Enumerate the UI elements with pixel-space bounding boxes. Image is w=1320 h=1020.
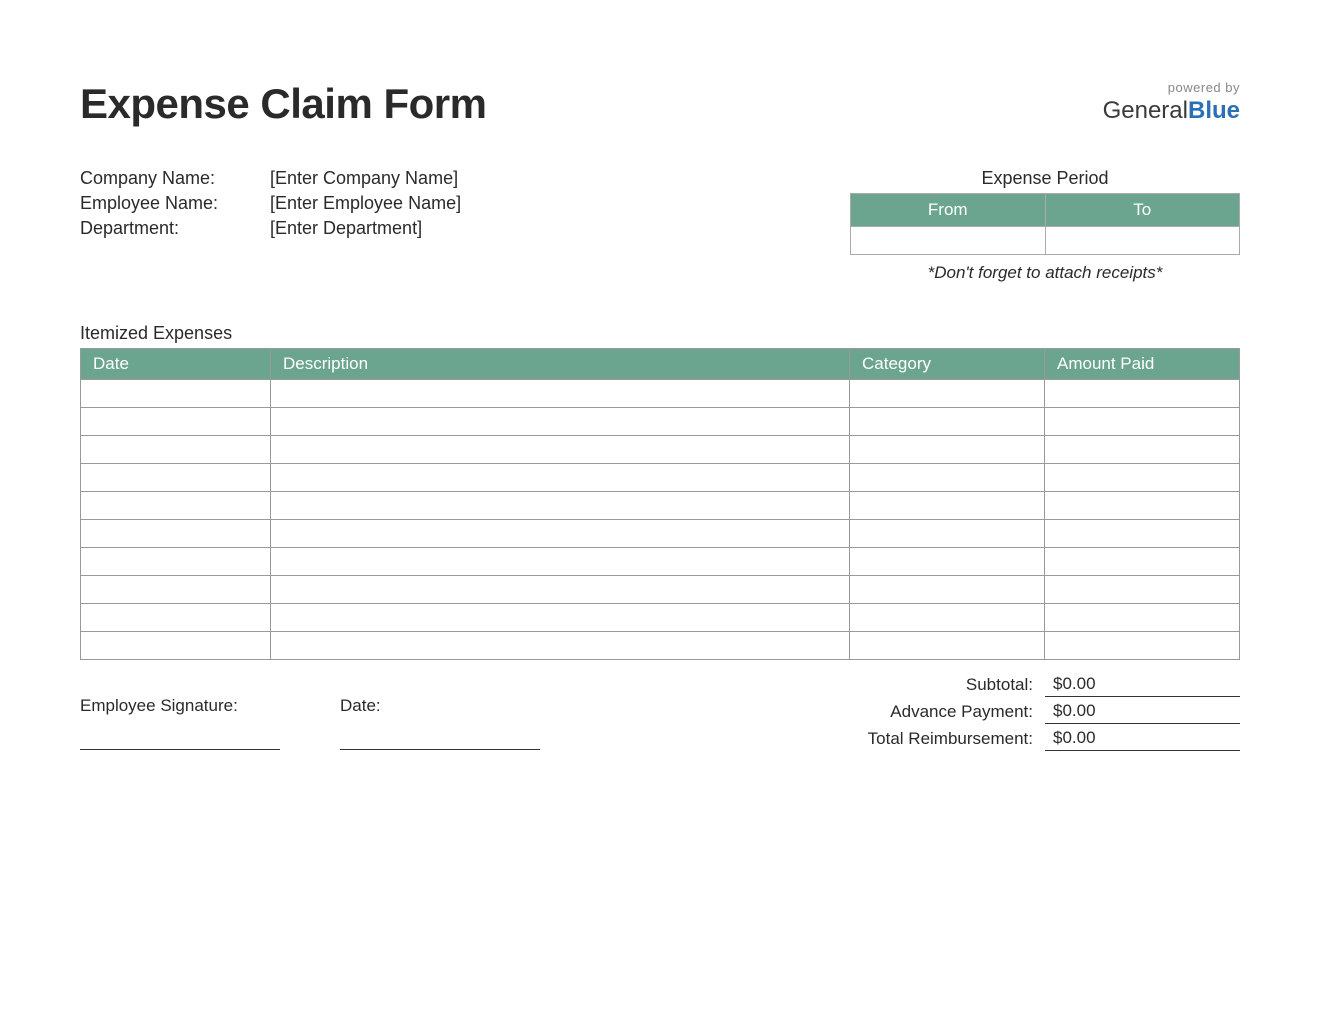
company-input[interactable]: [Enter Company Name] [270, 168, 458, 189]
expense-table: Date Description Category Amount Paid [80, 348, 1240, 660]
table-row [81, 464, 1240, 492]
col-category-header: Category [850, 349, 1045, 380]
reimbursement-value: $0.00 [1045, 726, 1240, 751]
cell-description[interactable] [271, 436, 850, 464]
company-row: Company Name: [Enter Company Name] [80, 168, 718, 189]
cell-description[interactable] [271, 632, 850, 660]
cell-amount[interactable] [1045, 408, 1240, 436]
subtotal-label: Subtotal: [966, 675, 1045, 695]
period-table: From To [850, 193, 1240, 255]
cell-date[interactable] [81, 436, 271, 464]
period-to-header: To [1045, 194, 1240, 227]
date-line[interactable] [340, 720, 540, 750]
employee-input[interactable]: [Enter Employee Name] [270, 193, 461, 214]
cell-category[interactable] [850, 408, 1045, 436]
cell-category[interactable] [850, 604, 1045, 632]
cell-category[interactable] [850, 492, 1045, 520]
cell-date[interactable] [81, 408, 271, 436]
table-row [81, 632, 1240, 660]
signature-line[interactable] [80, 720, 280, 750]
cell-amount[interactable] [1045, 492, 1240, 520]
table-row [81, 520, 1240, 548]
table-row [81, 380, 1240, 408]
cell-category[interactable] [850, 520, 1045, 548]
itemized-label: Itemized Expenses [80, 323, 1240, 344]
signature-label: Employee Signature: [80, 696, 280, 716]
page-title: Expense Claim Form [80, 80, 486, 128]
cell-description[interactable] [271, 520, 850, 548]
table-row [81, 492, 1240, 520]
cell-amount[interactable] [1045, 436, 1240, 464]
brand-name: GeneralBlue [1103, 97, 1240, 125]
table-row [81, 548, 1240, 576]
receipt-note: *Don't forget to attach receipts* [850, 263, 1240, 283]
cell-amount[interactable] [1045, 576, 1240, 604]
cell-amount[interactable] [1045, 464, 1240, 492]
cell-date[interactable] [81, 492, 271, 520]
cell-date[interactable] [81, 548, 271, 576]
table-row [81, 576, 1240, 604]
col-amount-header: Amount Paid [1045, 349, 1240, 380]
cell-amount[interactable] [1045, 520, 1240, 548]
period-title: Expense Period [850, 168, 1240, 189]
cell-date[interactable] [81, 576, 271, 604]
employee-label: Employee Name: [80, 193, 270, 214]
cell-description[interactable] [271, 380, 850, 408]
date-label: Date: [340, 696, 540, 716]
cell-category[interactable] [850, 380, 1045, 408]
cell-date[interactable] [81, 380, 271, 408]
advance-value[interactable]: $0.00 [1045, 699, 1240, 724]
brand-part-2: Blue [1188, 97, 1240, 124]
cell-description[interactable] [271, 548, 850, 576]
subtotal-value: $0.00 [1045, 672, 1240, 697]
cell-category[interactable] [850, 436, 1045, 464]
advance-label: Advance Payment: [890, 702, 1045, 722]
department-row: Department: [Enter Department] [80, 218, 718, 239]
cell-category[interactable] [850, 548, 1045, 576]
reimbursement-label: Total Reimbursement: [868, 729, 1045, 749]
period-from-input[interactable] [851, 227, 1046, 255]
cell-amount[interactable] [1045, 604, 1240, 632]
department-input[interactable]: [Enter Department] [270, 218, 422, 239]
cell-description[interactable] [271, 604, 850, 632]
table-row [81, 604, 1240, 632]
period-from-header: From [851, 194, 1046, 227]
cell-amount[interactable] [1045, 632, 1240, 660]
cell-amount[interactable] [1045, 380, 1240, 408]
cell-category[interactable] [850, 632, 1045, 660]
table-row [81, 436, 1240, 464]
brand-part-1: General [1103, 97, 1188, 124]
cell-date[interactable] [81, 632, 271, 660]
cell-description[interactable] [271, 464, 850, 492]
powered-by-text: powered by [1103, 80, 1240, 95]
period-to-input[interactable] [1045, 227, 1240, 255]
cell-description[interactable] [271, 408, 850, 436]
cell-description[interactable] [271, 492, 850, 520]
cell-category[interactable] [850, 576, 1045, 604]
department-label: Department: [80, 218, 270, 239]
cell-description[interactable] [271, 576, 850, 604]
company-label: Company Name: [80, 168, 270, 189]
employee-row: Employee Name: [Enter Employee Name] [80, 193, 718, 214]
table-row [81, 408, 1240, 436]
cell-date[interactable] [81, 464, 271, 492]
col-description-header: Description [271, 349, 850, 380]
cell-amount[interactable] [1045, 548, 1240, 576]
cell-date[interactable] [81, 604, 271, 632]
brand-logo: powered by GeneralBlue [1103, 80, 1240, 125]
col-date-header: Date [81, 349, 271, 380]
cell-date[interactable] [81, 520, 271, 548]
cell-category[interactable] [850, 464, 1045, 492]
